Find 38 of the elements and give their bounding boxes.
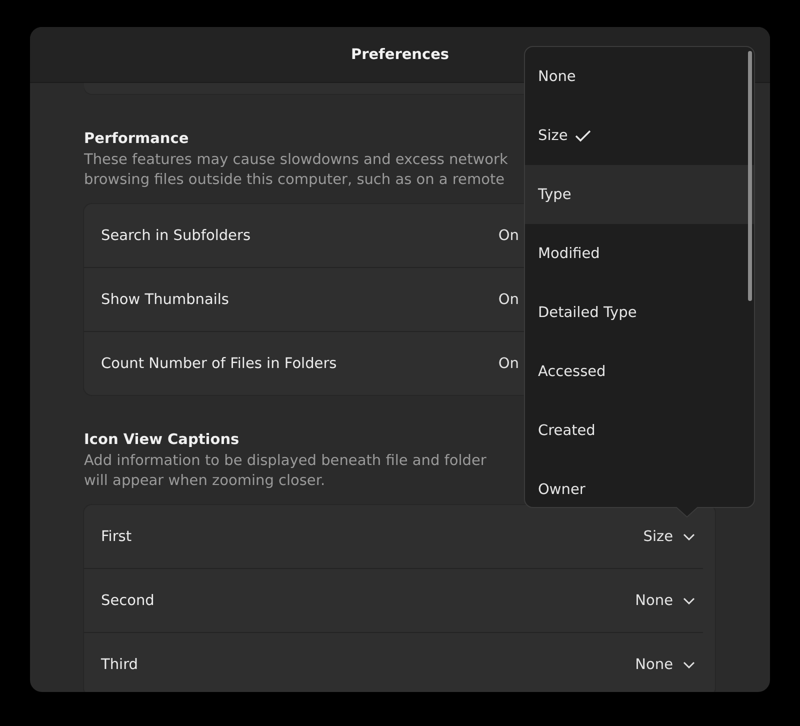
menu-item-label: Owner — [538, 482, 586, 498]
menu-item-label: Size — [538, 128, 591, 144]
menu-item[interactable]: Owner — [525, 460, 754, 507]
setting-value: On — [498, 228, 519, 244]
menu-item-label: None — [538, 68, 576, 84]
scrollbar[interactable] — [748, 51, 752, 301]
setting-label: Show Thumbnails — [101, 292, 230, 308]
setting-value: On — [498, 356, 519, 372]
setting-value: On — [498, 292, 519, 308]
check-icon — [574, 130, 591, 142]
setting-label: Second — [101, 592, 156, 608]
menu-item[interactable]: Size — [525, 106, 754, 165]
settings-row[interactable]: First Size — [84, 505, 703, 568]
section-heading: Performance — [84, 131, 189, 147]
menu-item[interactable]: Created — [525, 401, 754, 460]
menu-item[interactable]: None — [525, 47, 754, 106]
setting-label: Count Number of Files in Folders — [101, 356, 338, 372]
dropdown-value: None — [635, 592, 673, 608]
window-title: Preferences — [350, 46, 450, 62]
settings-row[interactable]: Third None — [84, 632, 703, 692]
chevron-down-icon — [683, 660, 695, 668]
section-description: Add information to be displayed beneath file and folder will appear when zooming closer. — [84, 452, 486, 490]
menu-item-label: Detailed Type — [538, 304, 637, 320]
menu-item-label: Created — [538, 422, 596, 438]
chevron-down-icon — [683, 596, 695, 604]
menu-item[interactable]: Type — [525, 165, 754, 224]
dropdown-value: None — [635, 656, 673, 672]
dropdown-value: Size — [643, 528, 673, 544]
settings-row[interactable]: Second None — [84, 568, 703, 632]
menu-item-label: Accessed — [538, 364, 606, 380]
setting-label: First — [101, 528, 133, 544]
section-heading: Icon View Captions — [84, 432, 240, 448]
setting-label: Third — [101, 656, 139, 672]
chevron-down-icon — [683, 532, 695, 540]
section-description: These features may cause slowdowns and excess network browsing files outside this computer, such as on a remote — [84, 151, 508, 190]
menu-item-label: Modified — [538, 246, 600, 262]
menu-item-label: Type — [538, 186, 572, 202]
setting-label: Search in Subfolders — [101, 228, 252, 244]
